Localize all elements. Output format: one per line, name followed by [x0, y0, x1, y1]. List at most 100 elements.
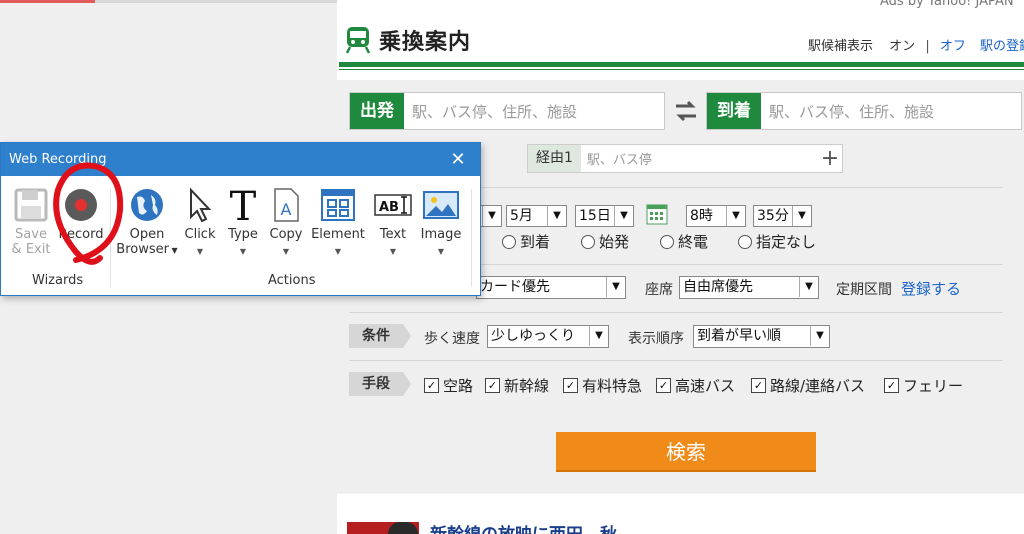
- radio-none-label: 指定なし: [756, 233, 817, 251]
- header-divider-thin: [339, 69, 1024, 70]
- checkbox-limited-express[interactable]: ✓ 有料特急: [563, 375, 642, 396]
- day-select[interactable]: 15日 ▼: [575, 205, 634, 227]
- arrival-placeholder: 駅、バス停、住所、施設: [769, 102, 935, 121]
- copy-label: Copy: [269, 227, 303, 242]
- minute-select[interactable]: 35分 ▼: [753, 205, 812, 227]
- image-icon: [423, 191, 459, 219]
- news-headline[interactable]: 新幹線の放映に西田…秋: [430, 520, 617, 534]
- pass-register-link[interactable]: 登録する: [901, 278, 961, 299]
- chevron-down-icon: ▼: [606, 277, 625, 297]
- chevron-down-icon: ▼: [726, 206, 745, 226]
- click-button[interactable]: Click ▼: [182, 187, 218, 259]
- image-button[interactable]: Image ▼: [419, 187, 463, 259]
- check-icon: ✓: [884, 378, 899, 393]
- departure-placeholder: 駅、バス停、住所、施設: [412, 102, 578, 121]
- radio-circle: [738, 234, 752, 249]
- radio-circle: [660, 234, 674, 249]
- text-button[interactable]: AB Text ▼: [371, 187, 415, 259]
- open-browser-button[interactable]: Open Browser ▼: [115, 187, 179, 258]
- svg-text:A: A: [281, 200, 292, 219]
- svg-text:AB: AB: [379, 200, 399, 215]
- svg-text:T: T: [230, 187, 257, 223]
- news-thumbnail-dark: [388, 522, 418, 534]
- checkbox-highway-bus-label: 高速バス: [675, 377, 736, 395]
- browser-label: Browser: [116, 242, 169, 257]
- calendar-icon[interactable]: [646, 203, 668, 225]
- means-tag: 手段: [349, 372, 411, 396]
- fare-select[interactable]: カード優先 ▼: [476, 276, 626, 299]
- seat-select[interactable]: 自由席優先 ▼: [679, 276, 819, 299]
- order-value: 到着が早い順: [697, 328, 781, 344]
- globe-icon: [131, 189, 163, 221]
- checkbox-air-label: 空路: [443, 377, 474, 395]
- hour-value: 8時: [690, 208, 713, 224]
- pass-label: 定期区間: [836, 282, 892, 298]
- search-button[interactable]: 検索: [556, 432, 816, 472]
- radio-first-label: 始発: [599, 233, 630, 251]
- check-icon: ✓: [485, 378, 500, 393]
- element-label: Element: [311, 227, 365, 242]
- radio-arrival-label: 到着: [520, 233, 551, 251]
- group-separator: [471, 189, 472, 287]
- text-label: Text: [379, 227, 407, 242]
- hint-off-link[interactable]: オフ: [940, 39, 966, 54]
- day-value: 15日: [579, 208, 611, 224]
- walk-speed-select[interactable]: 少しゆっくり ▼: [487, 325, 609, 348]
- register-station-link[interactable]: 駅の登録: [980, 39, 1024, 54]
- chevron-down-icon: ▼: [334, 247, 342, 256]
- conditions-tag: 条件: [349, 324, 411, 348]
- check-icon: ✓: [424, 378, 439, 393]
- section-divider: [349, 312, 1003, 313]
- check-icon: ✓: [656, 378, 671, 393]
- web-recording-dialog: Web Recording ✕ Save & Exit Record Wizar…: [0, 142, 481, 296]
- save-exit-button[interactable]: Save & Exit: [9, 187, 53, 257]
- radio-first[interactable]: 始発: [581, 231, 629, 252]
- checkbox-ferry[interactable]: ✓ フェリー: [884, 375, 963, 396]
- wizards-group-label: Wizards: [32, 273, 84, 288]
- swap-icon[interactable]: [672, 97, 700, 125]
- radio-last[interactable]: 終電: [660, 231, 708, 252]
- checkbox-air[interactable]: ✓ 空路: [424, 375, 473, 396]
- record-button[interactable]: Record: [56, 187, 106, 242]
- walk-value: 少しゆっくり: [491, 328, 575, 344]
- checkbox-route-bus[interactable]: ✓ 路線/連絡バス: [751, 375, 865, 396]
- type-button[interactable]: T Type ▼: [224, 187, 262, 259]
- progress-fill: [0, 0, 95, 3]
- radio-arrival[interactable]: 到着: [502, 231, 550, 252]
- chevron-down-icon: ▼: [196, 247, 204, 256]
- copy-button[interactable]: A Copy ▼: [267, 187, 305, 259]
- minute-value: 35分: [757, 208, 789, 224]
- departure-label: 出発: [350, 93, 404, 129]
- order-label: 表示順序: [628, 331, 684, 347]
- chevron-down-icon: ▼: [589, 326, 608, 346]
- close-icon[interactable]: ✕: [446, 143, 470, 176]
- add-via-button[interactable]: +: [818, 146, 842, 171]
- checkbox-highway-bus[interactable]: ✓ 高速バス: [656, 375, 735, 396]
- text-ocr-icon: AB: [374, 194, 412, 216]
- radio-circle: [502, 234, 516, 249]
- month-value: 5月: [510, 208, 533, 224]
- cursor-icon: [190, 187, 212, 223]
- actions-group-label: Actions: [268, 273, 316, 288]
- hint-on[interactable]: オン: [889, 39, 915, 54]
- dialog-titlebar[interactable]: Web Recording ✕: [1, 143, 480, 176]
- element-grid-icon: [321, 189, 355, 221]
- radio-circle: [581, 234, 595, 249]
- via-field[interactable]: 経由1 駅、バス停 +: [527, 144, 843, 173]
- element-button[interactable]: Element ▼: [310, 187, 366, 259]
- chevron-down-icon: ▼: [614, 206, 633, 226]
- radio-none[interactable]: 指定なし: [738, 231, 816, 252]
- checkbox-shinkansen[interactable]: ✓ 新幹線: [485, 375, 549, 396]
- check-icon: ✓: [563, 378, 578, 393]
- group-separator: [110, 189, 111, 287]
- arrival-field[interactable]: 到着 駅、バス停、住所、施設: [706, 92, 1022, 130]
- month-select[interactable]: 5月 ▼: [506, 205, 567, 227]
- dialog-title: Web Recording: [9, 152, 107, 167]
- chevron-down-icon: ▼: [239, 247, 247, 256]
- checkbox-limited-express-label: 有料特急: [582, 377, 643, 395]
- open-label: Open: [129, 227, 165, 242]
- departure-field[interactable]: 出発 駅、バス停、住所、施設: [349, 92, 665, 130]
- type-label: Type: [228, 227, 258, 242]
- hour-select[interactable]: 8時 ▼: [686, 205, 746, 227]
- sort-order-select[interactable]: 到着が早い順 ▼: [693, 325, 830, 348]
